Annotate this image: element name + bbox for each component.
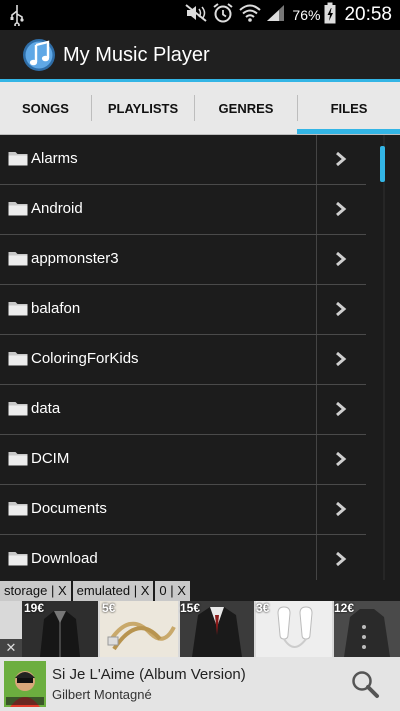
tab-playlists[interactable]: PLAYLISTS [92,82,194,134]
scrollbar-thumb[interactable] [380,146,385,182]
row-divider [316,485,317,534]
tab-selected-indicator [297,129,400,134]
list-item[interactable]: balafon [0,285,366,335]
breadcrumb-item-storage[interactable]: storage | X [0,581,71,601]
row-divider [316,185,317,234]
list-item[interactable]: Download [0,535,366,580]
chevron-right-icon[interactable] [334,301,348,322]
breadcrumb: storage | X emulated | X 0 | X [0,581,190,601]
list-item[interactable]: Android [0,185,366,235]
file-name: Android [31,200,83,217]
row-divider [316,435,317,484]
file-name: balafon [31,300,81,317]
tab-genres[interactable]: GENRES [195,82,297,134]
breadcrumb-item-0[interactable]: 0 | X [155,581,190,601]
folder-icon [8,550,28,571]
file-list[interactable]: Alarms Android appmonster3 balafon Color… [0,135,366,580]
album-art[interactable] [4,661,46,707]
ad-price: 19€ [24,601,45,615]
list-item[interactable]: DCIM [0,435,366,485]
file-name: DCIM [31,450,70,467]
file-name: Download [31,550,98,567]
close-ad-button[interactable]: ✕ [0,639,22,657]
status-bar: 76% 20:58 [0,0,400,30]
folder-icon [8,500,28,521]
ad-price: 15€ [180,601,201,615]
row-divider [316,135,317,184]
ad-price: 5€ [102,601,116,615]
chevron-right-icon[interactable] [334,501,348,522]
battery-percent: 76% [292,7,321,23]
mute-icon [184,3,208,28]
row-divider [316,285,317,334]
ad-price: 12€ [334,601,355,615]
file-name: data [31,400,61,417]
action-bar: My Music Player [0,30,400,79]
chevron-right-icon[interactable] [334,151,348,172]
ad-banner[interactable]: 19€ 5€ 15€ 3€ 12€ ✕ [0,601,400,657]
tab-songs[interactable]: SONGS [0,82,91,134]
row-divider [316,235,317,284]
track-title: Si Je L'Aime (Album Version) [52,666,246,683]
file-name: appmonster3 [31,250,119,267]
now-playing-bar[interactable]: Si Je L'Aime (Album Version) Gilbert Mon… [0,657,400,711]
row-divider [316,535,317,580]
chevron-right-icon[interactable] [334,251,348,272]
signal-icon [266,4,286,27]
tab-bar: SONGS PLAYLISTS GENRES FILES [0,82,400,135]
chevron-right-icon[interactable] [334,351,348,372]
app-title: My Music Player [63,44,210,66]
file-name: Documents [31,500,107,517]
list-item[interactable]: Alarms [0,135,366,185]
row-divider [316,385,317,434]
folder-icon [8,150,28,171]
list-item[interactable]: Documents [0,485,366,535]
list-item[interactable]: ColoringForKids [0,335,366,385]
scrollbar-track [383,135,385,580]
clock: 20:58 [344,4,392,25]
battery-icon [324,2,336,29]
alarm-icon [212,2,234,29]
file-name: ColoringForKids [31,350,139,367]
folder-icon [8,400,28,421]
folder-icon [8,300,28,321]
chevron-right-icon[interactable] [334,201,348,222]
folder-icon [8,350,28,371]
folder-icon [8,250,28,271]
folder-icon [8,200,28,221]
chevron-right-icon[interactable] [334,451,348,472]
usb-icon [10,4,24,31]
list-item[interactable]: data [0,385,366,435]
search-icon[interactable] [350,669,380,704]
row-divider [316,335,317,384]
chevron-right-icon[interactable] [334,401,348,422]
wifi-icon [238,3,262,28]
file-name: Alarms [31,150,78,167]
tab-files[interactable]: FILES [298,82,400,134]
breadcrumb-item-emulated[interactable]: emulated | X [72,581,154,601]
chevron-right-icon[interactable] [334,551,348,572]
list-item[interactable]: appmonster3 [0,235,366,285]
music-note-icon[interactable] [22,38,56,77]
ad-price: 3€ [256,601,270,615]
track-artist: Gilbert Montagné [52,687,152,702]
folder-icon [8,450,28,471]
